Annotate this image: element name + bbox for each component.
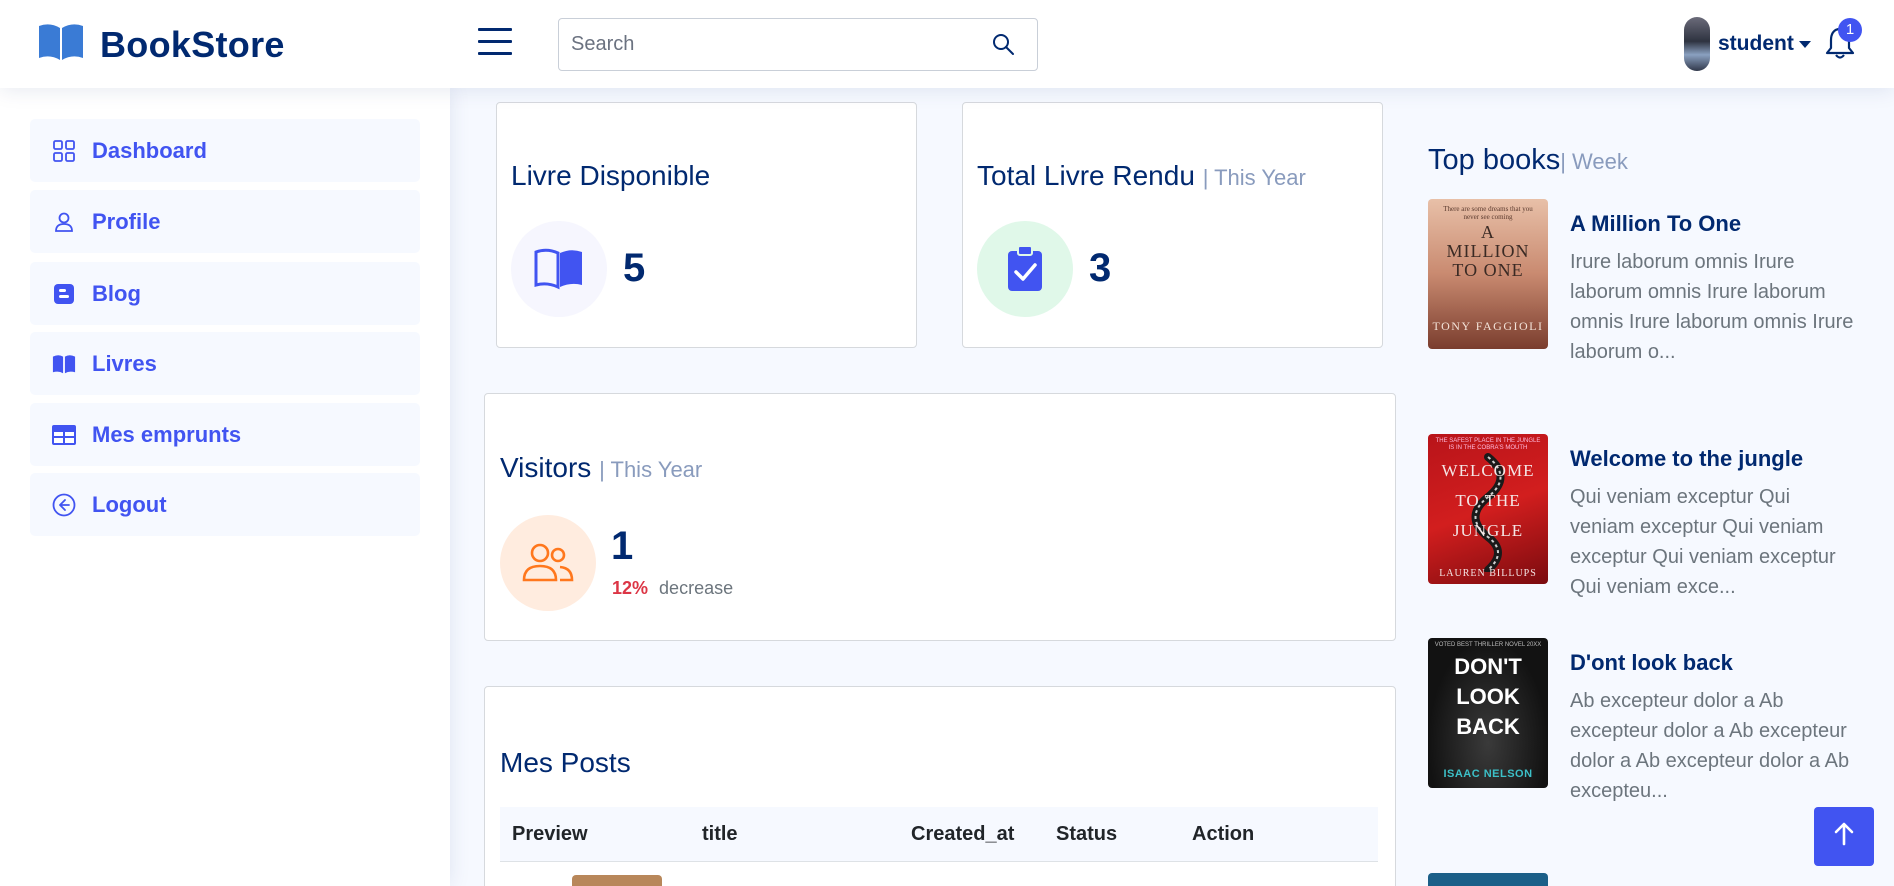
arrow-up-icon (1833, 822, 1855, 851)
change-label: decrease (659, 578, 734, 598)
sidebar-item-label: Logout (92, 491, 167, 517)
card-period: | This Year (599, 457, 703, 482)
top-book-item[interactable]: THE SAFEST PLACE IN THE JUNGLE IS IN THE… (1428, 434, 1848, 604)
column-header: Preview (512, 823, 588, 845)
clipboard-check-icon (977, 221, 1073, 317)
book-cover: THE SAFEST PLACE IN THE JUNGLE IS IN THE… (1428, 434, 1548, 584)
sidebar-item-livres[interactable]: Livres (30, 332, 420, 395)
book-excerpt: Qui veniam exceptur Qui veniam exceptur … (1570, 486, 1836, 598)
column-header: Created_at (911, 823, 1015, 845)
column-header: Status (1056, 823, 1118, 845)
sidebar-item-label: Mes emprunts (92, 421, 242, 447)
book-excerpt: Ab excepteur dolor a Ab excepteur dolor … (1570, 690, 1850, 802)
book-icon (511, 221, 607, 317)
sidebar-item-blog[interactable]: Blog (30, 262, 420, 325)
top-book-item[interactable]: VOTED BEST THRILLER NOVEL 20XX DON'T LOO… (1428, 638, 1849, 808)
returned-count: 3 (1089, 246, 1112, 290)
available-books-card: Livre Disponible 5 (496, 102, 917, 348)
search-bar (558, 18, 1038, 71)
sidebar-item-profile[interactable]: Profile (30, 190, 420, 253)
search-icon[interactable] (991, 32, 1015, 61)
column-header: title (702, 823, 738, 845)
person-icon (52, 210, 76, 234)
top-books-period: | Week (1560, 149, 1628, 174)
book-title[interactable]: A Million To One (1570, 211, 1741, 237)
sidebar-toggle-icon[interactable] (478, 28, 512, 56)
book-excerpt: Irure laborum omnis Irure laborum omnis … (1570, 251, 1854, 363)
available-count: 5 (623, 246, 646, 290)
sidebar-item-label: Dashboard (92, 137, 207, 163)
sidebar: Dashboard Profile Blog Livres Mes emprun… (0, 88, 450, 886)
visitors-count: 1 (611, 524, 634, 568)
card-title: Visitors | This Year (500, 452, 702, 484)
book-cover: There are some dreams that you never see… (1428, 199, 1548, 349)
sidebar-item-mes-emprunts[interactable]: Mes emprunts (30, 403, 420, 466)
table-icon (52, 423, 76, 447)
sidebar-item-logout[interactable]: Logout (30, 473, 420, 536)
profile-name: student (1718, 32, 1794, 55)
book-title[interactable]: D'ont look back (1570, 650, 1733, 676)
people-icon (500, 515, 596, 611)
visitors-change: 12% decrease (612, 578, 733, 599)
sidebar-item-label: Livres (92, 350, 157, 376)
posts-table-header: Preview title Created_at Status Action (500, 807, 1378, 862)
change-percent: 12% (612, 578, 649, 598)
caret-down-icon (1798, 40, 1811, 48)
avatar (1684, 17, 1710, 71)
notification-badge: 1 (1838, 18, 1862, 42)
sidebar-item-label: Blog (92, 280, 141, 306)
book-cover: VOTED BEST THRILLER NOVEL 20XX DON'T LOO… (1428, 638, 1548, 788)
grid-icon (52, 139, 76, 163)
top-book-item[interactable]: There are some dreams that you never see… (1428, 199, 1853, 399)
top-books-title: Top books| Week (1428, 144, 1628, 177)
book-icon (52, 352, 76, 376)
logo-text: BookStore (100, 23, 285, 65)
header: BookStore student 1 (0, 0, 1894, 88)
back-to-top-button[interactable] (1814, 807, 1874, 866)
book-icon (36, 22, 86, 67)
search-input[interactable] (559, 19, 959, 70)
book-title[interactable]: Welcome to the jungle (1570, 446, 1803, 472)
card-title: Total Livre Rendu | This Year (977, 160, 1306, 192)
visitors-card: Visitors | This Year 1 12% decrease (484, 393, 1396, 641)
sidebar-item-dashboard[interactable]: Dashboard (30, 119, 420, 182)
top-books-title-text: Top books (1428, 144, 1561, 176)
arrow-left-circle-icon (52, 493, 76, 517)
card-title-text: Visitors (500, 452, 592, 483)
returned-books-card: Total Livre Rendu | This Year 3 (962, 102, 1383, 348)
book-cover (1428, 873, 1548, 886)
profile-dropdown[interactable]: student (1684, 17, 1811, 71)
card-title-text: Total Livre Rendu (977, 160, 1195, 191)
card-period: | This Year (1202, 165, 1306, 190)
card-title: Mes Posts (500, 747, 631, 778)
column-header: Action (1192, 823, 1255, 845)
logo[interactable]: BookStore (36, 22, 285, 67)
post-preview-thumbnail (572, 875, 662, 886)
blogger-icon (52, 282, 76, 306)
sidebar-item-label: Profile (92, 208, 161, 234)
card-title: Livre Disponible (511, 160, 711, 191)
